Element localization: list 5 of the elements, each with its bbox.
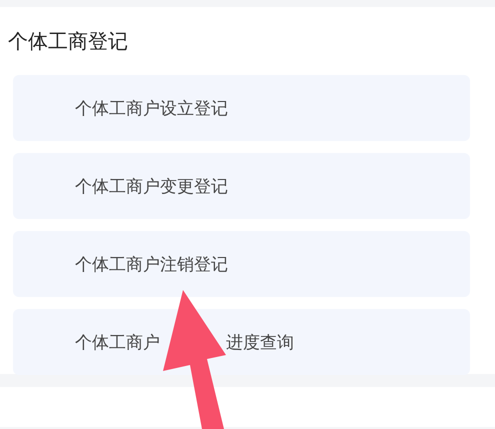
list-item[interactable]: 个体工商户注销登记 — [13, 231, 470, 297]
section-title: 个体工商登记 — [8, 28, 128, 55]
list-item[interactable]: 个体工商户设立登记 — [13, 75, 470, 141]
list-item[interactable]: 个体工商户 进度查询 — [13, 309, 470, 375]
list-item[interactable]: 个体工商户变更登记 — [13, 153, 470, 219]
